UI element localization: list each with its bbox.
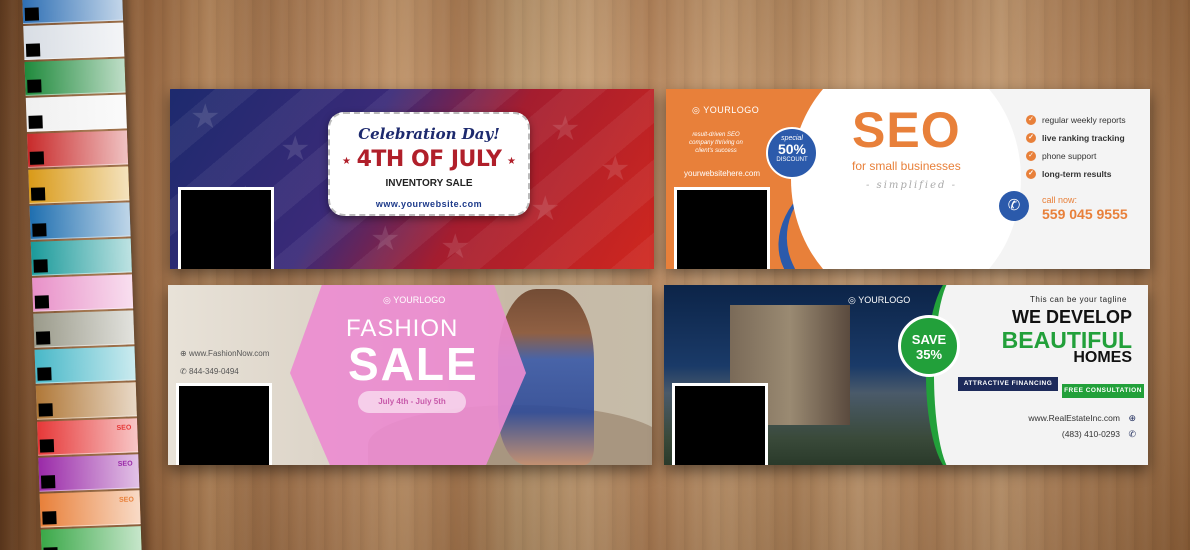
july-badge: Celebration Day! 4TH OF JULY INVENTORY S… [328,112,530,216]
fashion-sale: SALE [348,338,479,390]
star-icon: ★ [190,98,221,136]
july-banner[interactable]: ★ ★ ★ ★ ★ ★ ★ ★ Celebration Day! 4TH OF … [170,89,654,269]
thumbnail-item[interactable] [29,202,131,240]
phone-icon: ✆ [999,191,1029,221]
thumbnail-profile-box [35,331,51,345]
thumbnail-strip: SEO SEO SEO [22,0,142,550]
seo-phone: 559 045 9555 [1042,206,1128,222]
list-item: ✓ phone support [1026,147,1126,165]
thumbnail-profile-box [33,259,48,273]
save-badge: SAVE 35% [898,315,960,377]
thumbnail-label: SEO [118,496,134,504]
globe-icon: ⊕ [180,349,187,358]
consultation-label: FREE CONSULTATION [1062,384,1144,398]
thumbnail-item[interactable]: SEO [38,454,140,492]
profile-placeholder [672,383,768,465]
profile-placeholder [178,187,274,269]
profile-placeholder [176,383,272,465]
list-item: ✓ live ranking tracking [1026,129,1126,147]
fashion-banner[interactable]: ◎ YOURLOGO FASHION SALE July 4th - July … [168,285,652,465]
feature-list: ✓ regular weekly reports ✓ live ranking tr… [1026,111,1126,183]
badge-bottom-text: DISCOUNT [776,157,808,163]
seo-subtitle: for small businesses [852,159,961,173]
fashion-phone: ✆ 844-349-0494 [180,367,239,376]
seo-tagline: result-driven SEO company thriving on cl… [689,132,743,154]
thumbnail-label: SEO [116,424,132,432]
star-icon: ★ [370,220,401,258]
thumbnail-item[interactable] [40,526,142,550]
badge-percent: 50% [777,141,807,157]
star-icon: ★ [440,228,471,266]
thumbnail-profile-box [38,403,53,417]
star-icon: ★ [280,130,311,168]
seo-website: yourwebsitehere.com [684,169,761,178]
july-title: 4TH OF JULY [356,147,502,172]
call-label: call now: [1042,195,1078,205]
realestate-tagline: This can be your tagline [1030,295,1127,304]
star-icon: ★ [530,190,561,228]
star-icon: ★ [600,150,631,188]
thumbnail-profile-box [28,115,43,129]
star-icon: ★ [507,156,516,167]
realestate-website: www.RealEstateInc.com [1028,413,1120,423]
thumbnail-item[interactable] [32,274,134,312]
thumbnail-profile-box [34,295,50,309]
thumbnail-item[interactable] [22,0,124,24]
july-script: Celebration Day! [358,125,500,143]
thumbnail-item[interactable]: SEO [39,490,141,528]
seo-banner[interactable]: ◎ YOURLOGO result-driven SEO company thr… [666,89,1150,269]
headline-line3: HOMES [1073,349,1132,366]
list-item: ✓ regular weekly reports [1026,111,1126,129]
thumbnail-item[interactable] [35,382,137,420]
globe-icon: ⊕ [1128,413,1136,423]
thumbnail-profile-box [27,79,42,93]
thumbnail-profile-box [30,187,46,201]
headline-line1: WE DEVELOP [1011,307,1132,327]
background-vignette [0,0,1190,550]
phone-icon: ✆ [180,367,187,376]
thumbnail-profile-box [32,223,47,237]
thumbnail-profile-box [25,43,41,57]
fashion-logo: ◎ YOURLOGO [383,295,446,305]
thumbnail-label: SEO [117,460,133,468]
thumbnail-profile-box [39,439,55,453]
thumbnail-item[interactable] [23,22,125,60]
check-icon: ✓ [1026,151,1036,161]
seo-simplified: - simplified - [866,180,957,191]
star-icon: ★ [342,156,351,167]
realestate-banner[interactable]: ◎ YOURLOGO SAVE 35% This can be your tag… [664,285,1148,465]
profile-placeholder [674,187,770,269]
fashion-website: ⊕ www.FashionNow.com [180,349,270,358]
realestate-phone: (483) 410-0293 [1061,429,1120,439]
check-icon: ✓ [1026,115,1036,125]
star-icon: ★ [550,110,581,148]
thumbnail-item[interactable] [34,346,136,384]
thumbnail-item[interactable] [28,166,130,204]
phone-icon: ✆ [1128,429,1136,439]
thumbnail-item[interactable] [30,238,132,276]
thumbnail-profile-box [37,367,52,381]
thumbnail-profile-box [40,475,56,489]
seo-title: SEO [852,102,961,158]
list-item: ✓ long-term results [1026,165,1126,183]
thumbnail-item[interactable] [27,130,129,168]
thumbnail-profile-box [24,7,40,21]
check-icon: ✓ [1026,169,1036,179]
july-subtitle: INVENTORY SALE [385,178,473,189]
thumbnail-item[interactable] [33,310,135,348]
save-percent: 35% [915,347,943,362]
july-website: www.yourwebsite.com [375,199,483,209]
save-label: SAVE [911,332,947,347]
thumbnail-item[interactable] [25,94,127,132]
thumbnail-profile-box [29,151,45,165]
thumbnail-item[interactable] [24,58,126,96]
discount-badge: special 50% DISCOUNT [766,127,818,179]
seo-logo: ◎ YOURLOGO [692,105,760,115]
financing-label: ATTRACTIVE FINANCING [958,377,1058,391]
check-icon: ✓ [1026,133,1036,143]
thumbnail-item[interactable]: SEO [37,418,139,456]
thumbnail-profile-box [42,511,57,525]
realestate-logo: ◎ YOURLOGO [848,295,911,305]
fashion-dates: July 4th - July 5th [358,391,466,413]
